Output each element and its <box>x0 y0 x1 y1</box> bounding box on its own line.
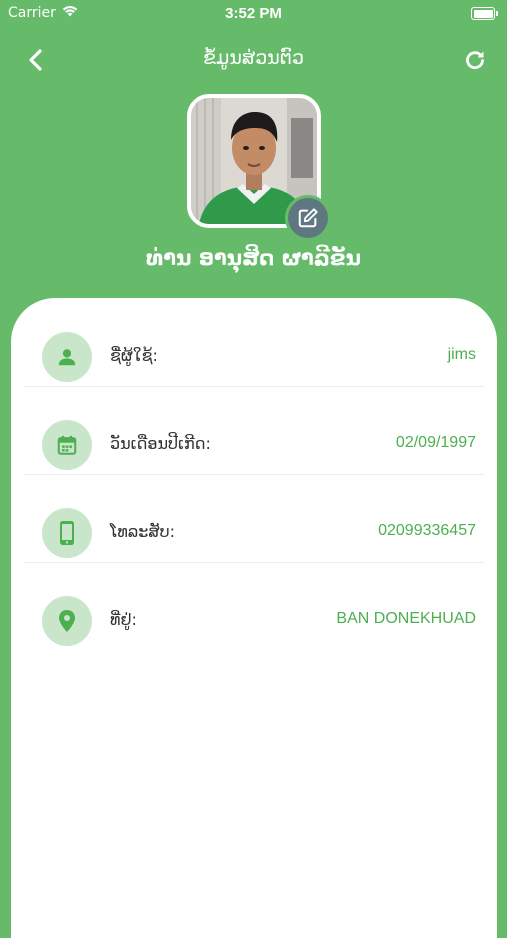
birthdate-label: ວັນເດືອນປີເກີດ: <box>110 434 211 453</box>
phone-icon <box>42 508 92 558</box>
refresh-icon <box>466 51 484 70</box>
username-label: ຊື່ຜູ້ໃຊ້: <box>110 346 158 365</box>
info-row-phone: ໂທລະສັບ: 02099336457 <box>24 474 484 563</box>
info-row-birthdate: ວັນເດືອນປີເກີດ: 02/09/1997 <box>24 386 484 475</box>
status-time: 3:52 PM <box>225 5 282 22</box>
refresh-button[interactable] <box>459 44 491 76</box>
page-title: ຂໍ້ມູນສ່ວນຕົວ <box>203 47 304 69</box>
address-label: ທີ່ຢູ່: <box>110 610 137 629</box>
user-full-name: ທ່ານ ອານຸສິດ ຜາລີຂັນ <box>146 246 361 270</box>
status-bar: Carrier 3:52 PM <box>0 0 507 28</box>
location-pin-icon <box>42 596 92 646</box>
info-row-address: ທີ່ຢູ່: BAN DONEKHUAD <box>24 562 484 650</box>
birthdate-value: 02/09/1997 <box>395 434 476 451</box>
username-value: jims <box>447 346 476 363</box>
profile-info-card: ຊື່ຜູ້ໃຊ້: jims ວັນເດືອນປີເກີດ: 02/09/19… <box>11 298 497 938</box>
profile-avatar-container <box>187 94 331 241</box>
edit-icon <box>298 208 318 228</box>
address-value: BAN DONEKHUAD <box>336 610 476 627</box>
battery-icon <box>471 7 498 20</box>
phone-label: ໂທລະສັບ: <box>110 522 175 541</box>
person-icon <box>42 332 92 382</box>
calendar-icon <box>42 420 92 470</box>
edit-photo-button[interactable] <box>285 195 331 241</box>
info-row-username: ຊື່ຜູ້ໃຊ້: jims <box>24 298 484 387</box>
phone-value: 02099336457 <box>378 522 476 539</box>
nav-bar: ຂໍ້ມູນສ່ວນຕົວ <box>0 36 507 82</box>
